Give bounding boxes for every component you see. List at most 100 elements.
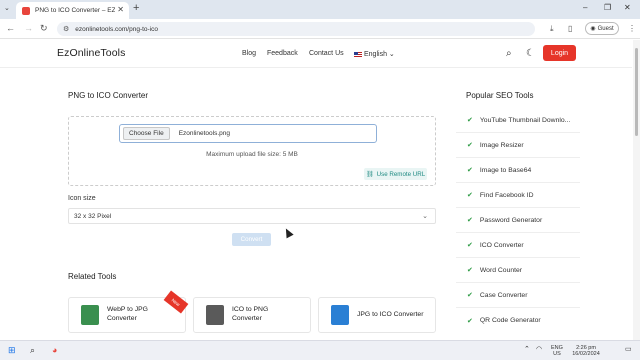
remote-url-button[interactable]: ⛓ Use Remote URL	[364, 168, 427, 180]
browser-tab-bar: ⌄ PNG to ICO Converter – EZOnl ✕ + – ❐ ✕	[0, 0, 640, 19]
sidebar-item[interactable]: ✔ Case Converter	[456, 283, 580, 308]
related-tools-title: Related Tools	[68, 272, 117, 281]
upload-dropzone[interactable]: Choose File Ezonlinetools.png Maximum up…	[68, 116, 436, 186]
sidebar-item-label: Case Converter	[479, 291, 528, 299]
profile-button[interactable]: ◉ Guest	[585, 22, 619, 35]
url-text: ezonlinetools.com/png-to-ico	[75, 25, 159, 33]
selected-file-name: Ezonlinetools.png	[178, 130, 231, 137]
avatar-icon: ◉	[590, 26, 596, 32]
related-card-webp-to-jpg[interactable]: WebP to JPG Converter New	[68, 290, 189, 333]
check-icon: ✔	[467, 267, 473, 274]
windows-start-icon[interactable]: ⊞	[8, 345, 16, 356]
window-close-icon[interactable]: ✕	[624, 3, 631, 12]
chevron-down-icon: ⌄	[388, 51, 395, 58]
us-flag-icon	[354, 51, 362, 57]
search-icon[interactable]: ⌕	[506, 48, 512, 59]
page-scrollbar[interactable]	[633, 40, 640, 340]
remote-url-label: Use Remote URL	[376, 170, 426, 178]
favicon-icon	[22, 6, 30, 15]
minimize-icon[interactable]: –	[583, 3, 587, 12]
language-label: English	[364, 51, 387, 58]
clock-date: 16/02/2024	[572, 351, 600, 358]
file-input[interactable]: Choose File Ezonlinetools.png	[119, 124, 377, 143]
notification-icon[interactable]: ▭	[625, 346, 632, 354]
sidebar-item-label: Find Facebook ID	[479, 191, 534, 199]
related-card-jpg-to-ico[interactable]: JPG to ICO Converter	[318, 297, 436, 333]
chrome-icon[interactable]: ◕	[52, 345, 57, 355]
check-icon: ✔	[467, 242, 473, 249]
sidebar-item[interactable]: ✔ Find Facebook ID	[456, 183, 580, 208]
icon-size-select[interactable]: 32 x 32 Pixel ⌄	[68, 208, 436, 224]
check-icon: ✔	[467, 217, 473, 224]
card-label-line-2: Converter	[107, 315, 137, 322]
taskbar-search-icon[interactable]: ⌕	[30, 345, 35, 356]
sidebar-item[interactable]: ✔ Password Generator	[456, 208, 580, 233]
site-header: EzOnlineTools Blog Feedback Contact Us E…	[0, 40, 632, 68]
card-label: ICO to PNG Converter	[232, 306, 268, 324]
browser-tab[interactable]: PNG to ICO Converter – EZOnl ✕	[16, 2, 129, 19]
sidebar-item-label: Image Resizer	[479, 141, 524, 149]
chevron-down-icon: ⌄	[422, 213, 428, 220]
os-taskbar: ⊞ ⌕ ◕ ⌃ ◠ ENG US 2:26 pm 16/02/2024 ▭	[0, 340, 640, 360]
wifi-icon[interactable]: ◠	[536, 346, 542, 354]
link-icon: ⛓	[365, 171, 374, 178]
nav-blog[interactable]: Blog	[242, 50, 256, 57]
lang-region: US	[553, 351, 561, 358]
sidebar-item-label: ICO Converter	[479, 241, 524, 249]
sidebar-item-label: YouTube Thumbnail Downlo...	[479, 116, 571, 124]
sidebar-item-label: Word Counter	[479, 266, 523, 274]
tab-search-icon[interactable]: ⌄	[4, 4, 10, 12]
card-label-line-1: ICO to PNG	[232, 306, 269, 314]
scroll-thumb[interactable]	[635, 48, 638, 136]
sidebar-item[interactable]: ✔ YouTube Thumbnail Downlo...	[456, 108, 580, 133]
url-bar[interactable]: ⚙ ezonlinetools.com/png-to-ico	[57, 22, 535, 36]
check-icon: ✔	[467, 292, 473, 299]
tab-title: PNG to ICO Converter – EZOnl	[35, 7, 115, 14]
max-size-note: Maximum upload file size: 5 MB	[206, 151, 298, 158]
sidebar-item[interactable]: ✔ ICO Converter	[456, 233, 580, 258]
card-label-line-1: WebP to JPG	[107, 306, 148, 314]
tab-close-icon[interactable]: ✕	[117, 5, 124, 14]
check-icon: ✔	[467, 117, 473, 124]
related-card-ico-to-png[interactable]: ICO to PNG Converter	[193, 297, 311, 333]
sidebar-title: Popular SEO Tools	[466, 91, 534, 100]
image-file-icon	[206, 305, 224, 325]
nav-contact-us[interactable]: Contact Us	[309, 50, 344, 57]
image-file-icon	[81, 305, 99, 325]
ico-file-icon	[331, 305, 349, 325]
language-selector[interactable]: English ⌄	[354, 50, 395, 58]
dark-mode-icon[interactable]: ☾	[526, 48, 535, 59]
sidebar-item[interactable]: ✔ Word Counter	[456, 258, 580, 283]
menu-icon[interactable]: ⋮	[628, 24, 636, 33]
sidebar-item[interactable]: ✔ QR Code Generator	[456, 308, 580, 333]
language-indicator[interactable]: ENG US	[551, 345, 563, 358]
sidebar-item[interactable]: ✔ Image Resizer	[456, 133, 580, 158]
sidebar-item-label: Password Generator	[479, 216, 543, 224]
download-icon[interactable]: ⤓	[550, 24, 554, 34]
check-icon: ✔	[467, 167, 473, 174]
nav-feedback[interactable]: Feedback	[267, 50, 298, 57]
clock[interactable]: 2:26 pm 16/02/2024	[568, 345, 604, 358]
maximize-icon[interactable]: ❐	[604, 3, 611, 12]
tray-chevron-up-icon[interactable]: ⌃	[524, 346, 530, 354]
address-toolbar: ← → ↻ ⚙ ezonlinetools.com/png-to-ico ⤓ ▯…	[0, 19, 640, 39]
new-tab-icon[interactable]: +	[133, 2, 139, 14]
check-icon: ✔	[467, 192, 473, 199]
choose-file-button[interactable]: Choose File	[123, 127, 170, 140]
forward-icon[interactable]: →	[24, 23, 33, 33]
site-info-icon[interactable]: ⚙	[63, 25, 69, 33]
site-logo[interactable]: EzOnlineTools	[57, 47, 125, 59]
mouse-cursor-icon	[282, 226, 294, 239]
convert-button[interactable]: Convert	[232, 233, 271, 246]
profile-label: Guest	[597, 25, 614, 32]
back-icon[interactable]: ←	[6, 23, 15, 33]
sidepanel-icon[interactable]: ▯	[568, 24, 572, 33]
sidebar-item[interactable]: ✔ Image to Base64	[456, 158, 580, 183]
card-label: JPG to ICO Converter	[357, 311, 423, 320]
check-icon: ✔	[467, 317, 473, 325]
login-button[interactable]: Login	[543, 45, 576, 61]
sidebar-item-label: QR Code Generator	[479, 317, 541, 324]
card-label: WebP to JPG Converter	[107, 306, 148, 324]
new-ribbon: New	[163, 290, 189, 314]
reload-icon[interactable]: ↻	[40, 23, 48, 34]
